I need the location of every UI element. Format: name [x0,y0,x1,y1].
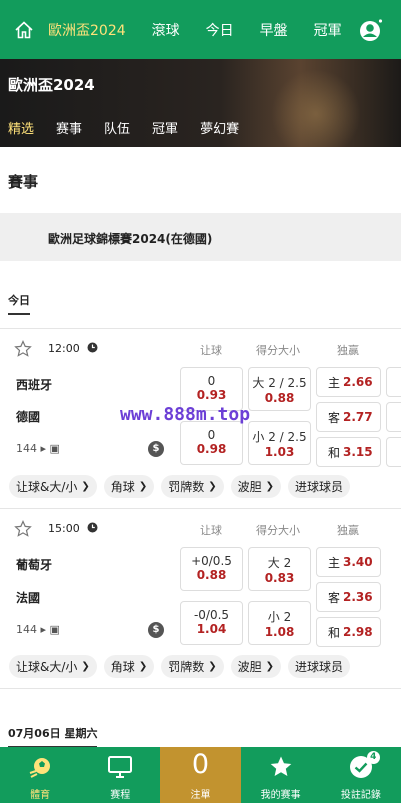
chip-cards[interactable]: 罚牌数 ❯ [161,655,224,678]
col-winner: 独赢 [337,344,359,357]
league-header[interactable]: 歐洲足球錦標賽2024(在德國) [0,213,401,261]
winner-home-odds[interactable]: 主 2.66 [316,367,381,397]
bottom-my-events[interactable]: 我的赛事 [241,747,321,803]
bottom-betslip[interactable]: 0 注單 [160,747,241,803]
market-chips: 让球&大/小 ❯ 角球 ❯ 罚牌数 ❯ 波胆 ❯ 进球球员 [9,475,357,498]
nav-today[interactable]: 今日 [206,20,234,40]
col-overunder: 得分大小 [256,524,300,537]
chip-handicap-ou[interactable]: 让球&大/小 ❯ [9,655,97,678]
banner-background-image [271,69,361,147]
more-markets-count[interactable]: 144 ▸ ▣ [16,623,60,636]
winner-away-odds[interactable]: 客 2.77 [316,402,381,432]
bottom-sports[interactable]: 體育 [0,747,80,803]
cashout-icon: $ [148,622,164,638]
handicap-away-odds[interactable]: -0/0.5 1.04 [180,601,243,645]
today-label: 今日 [8,292,30,315]
clock-icon [87,522,98,533]
col-winner: 独赢 [337,524,359,537]
chip-correct-score[interactable]: 波胆 ❯ [230,655,282,678]
top-nav: 歐洲盃2024 滾球 今日 早盤 冠軍 [0,0,401,59]
bottom-records[interactable]: 4 投註記錄 [321,747,401,803]
handicap-away-odds[interactable]: 0 0.98 [180,421,243,465]
chip-correct-score[interactable]: 波胆 ❯ [230,475,282,498]
euro-banner: 歐洲盃2024 精选 赛事 队伍 冠軍 夢幻賽 [0,59,401,147]
winner-draw-odds[interactable]: 和 2.98 [316,617,381,647]
divider [0,688,401,689]
bottom-schedule[interactable]: 赛程 [80,747,160,803]
chip-goalscorer[interactable]: 进球球员 [288,655,351,678]
banner-tabs: 精选 赛事 队伍 冠軍 夢幻賽 [8,118,261,137]
more-markets-count[interactable]: 144 ▸ ▣ [16,442,60,455]
col-overunder: 得分大小 [256,344,300,357]
under-odds[interactable]: 小 2 1.08 [248,601,311,645]
tab-champion[interactable]: 冠軍 [152,118,178,137]
winner-home-odds[interactable]: 主 3.40 [316,547,381,577]
soccer-icon [0,755,80,781]
nav-live[interactable]: 滾球 [152,20,180,40]
banner-title: 歐洲盃2024 [8,76,95,94]
chip-corners[interactable]: 角球 ❯ [103,655,155,678]
nav-early[interactable]: 早盤 [260,20,288,40]
clock-icon [87,342,98,353]
tab-teams[interactable]: 队伍 [104,118,130,137]
section-title: 賽事 [8,173,39,191]
favorite-star-icon[interactable] [14,520,32,538]
winner-draw-odds[interactable]: 和 3.15 [316,437,381,467]
chip-handicap-ou[interactable]: 让球&大/小 ❯ [9,475,97,498]
match-card: 15:00 让球 得分大小 独赢 葡萄牙 法國 144 ▸ ▣ $ +0/0.5… [0,508,401,683]
records-badge: 4 [366,751,380,764]
away-team: 法國 [16,591,41,605]
favorite-star-icon[interactable] [14,340,32,358]
user-avatar-icon[interactable] [341,0,401,59]
chip-goalscorer[interactable]: 进球球员 [288,475,351,498]
extra-odds-cell[interactable] [386,402,401,432]
col-handicap: 让球 [200,524,222,537]
home-icon[interactable] [0,0,48,59]
over-odds[interactable]: 大 2 / 2.5 0.88 [248,367,311,411]
chip-corners[interactable]: 角球 ❯ [103,475,155,498]
handicap-home-odds[interactable]: +0/0.5 0.88 [180,547,243,591]
extra-odds-cell[interactable] [386,437,401,467]
under-odds[interactable]: 小 2 / 2.5 1.03 [248,421,311,465]
bottom-nav: 體育 赛程 0 注單 我的赛事 4 投註記錄 [0,747,401,803]
home-team: 西班牙 [16,378,53,392]
match-time: 12:00 [48,342,80,355]
away-team: 德國 [16,410,41,424]
star-icon [241,755,321,779]
tab-fantasy[interactable]: 夢幻賽 [200,118,239,137]
cashout-icon: $ [148,441,164,457]
over-odds[interactable]: 大 2 0.83 [248,547,311,591]
market-chips: 让球&大/小 ❯ 角球 ❯ 罚牌数 ❯ 波胆 ❯ 进球球员 [9,655,357,678]
tab-events[interactable]: 赛事 [56,118,82,137]
chip-cards[interactable]: 罚牌数 ❯ [161,475,224,498]
match-time: 15:00 [48,522,80,535]
home-team: 葡萄牙 [16,558,53,572]
nav-euro2024[interactable]: 歐洲盃2024 [48,20,126,40]
watermark-text: www.888m.top [120,404,251,425]
monitor-icon [80,755,160,779]
nav-champion[interactable]: 冠軍 [314,20,342,40]
winner-away-odds[interactable]: 客 2.36 [316,582,381,612]
date-label: 07月06日 星期六 [8,725,98,748]
tab-featured[interactable]: 精选 [8,118,34,137]
extra-odds-cell[interactable] [386,367,401,397]
betslip-count: 0 [191,749,210,780]
col-handicap: 让球 [200,344,222,357]
check-circle-icon [321,755,401,779]
